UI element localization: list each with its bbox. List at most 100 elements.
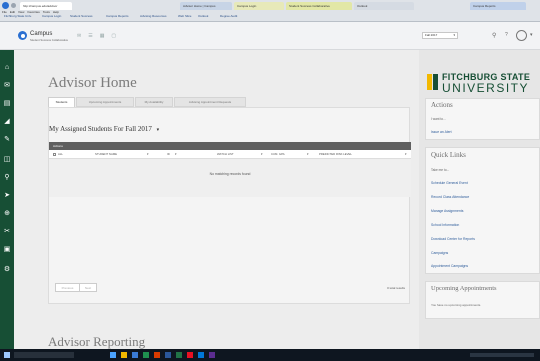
browser-tab[interactable]: Outlook (354, 2, 414, 10)
col-predicted-risk[interactable]: PREDICTED RISK LEVEL (319, 150, 352, 159)
app-icon[interactable] (209, 352, 215, 358)
megaphone-icon[interactable]: ➤ (3, 192, 11, 200)
menu-icon[interactable]: ☰ (88, 33, 92, 39)
home-icon[interactable]: ⌂ (3, 64, 11, 72)
col-cum-gpa[interactable]: CUM. GPA (271, 150, 285, 159)
quick-link[interactable]: Campaigns (431, 251, 448, 255)
quick-link[interactable]: Download Center for Reports (431, 237, 475, 241)
bookmark[interactable]: Degree Audit (220, 14, 237, 18)
help-icon[interactable]: ? (505, 32, 508, 38)
pagination: Previous Next (55, 283, 97, 292)
actions-bar[interactable]: Actions (49, 142, 411, 150)
mail-icon[interactable]: ✉ (3, 82, 11, 90)
app-icon[interactable] (187, 352, 193, 358)
user-avatar[interactable] (516, 30, 527, 41)
app-icon[interactable] (154, 352, 160, 358)
browser-tab[interactable]: Campus Reports (470, 2, 526, 10)
chart-icon[interactable]: ◢ (3, 118, 11, 126)
total-results: 0 total results (387, 286, 405, 290)
actions-prompt: I want to... (431, 117, 446, 121)
tab-upcoming-appointments[interactable]: Upcoming Appointments (76, 97, 134, 107)
quick-link[interactable]: Manage Assignments (431, 209, 463, 213)
previous-button[interactable]: Previous (55, 283, 80, 292)
chevron-down-icon[interactable]: ▾ (157, 128, 160, 133)
back-icon[interactable] (2, 2, 9, 9)
quick-link[interactable]: Record Class Attendance (431, 195, 469, 199)
main-content: Advisor Home Students Upcoming Appointme… (14, 50, 419, 349)
actions-card: Actions I want to... Issue an Alert (425, 98, 540, 140)
right-panel: FITCHBURG STATE UNIVERSITY Actions I wan… (419, 50, 540, 349)
brand-line-2: UNIVERSITY (442, 81, 530, 95)
taskbar-apps (110, 352, 215, 358)
app-icon[interactable] (121, 352, 127, 358)
pin-icon[interactable]: ✎ (3, 136, 11, 144)
quick-link[interactable]: Schedule General Event (431, 181, 468, 185)
browser-tab[interactable]: Student Success Collaborative (286, 2, 352, 10)
document-icon[interactable]: ▣ (3, 246, 11, 254)
tab-my-availability[interactable]: My Availability (135, 97, 173, 107)
sort-icon[interactable]: ▾ (405, 150, 406, 159)
app-header: Campus Student Success Collaborative ✉ ☰… (0, 22, 540, 50)
browser-chrome: http://campus.edu/advisor Advisor Home |… (0, 0, 540, 22)
grid-icon[interactable]: ▦ (100, 33, 105, 39)
taskbar-search-box[interactable] (14, 352, 74, 358)
sort-icon[interactable]: ▾ (147, 150, 148, 159)
actions-title: Actions (431, 101, 453, 109)
chevron-down-icon: ▾ (453, 33, 455, 37)
university-logo (427, 74, 438, 90)
system-tray[interactable] (470, 353, 534, 357)
quick-link[interactable]: School Information (431, 223, 459, 227)
sort-icon[interactable]: ▾ (307, 150, 308, 159)
globe-icon[interactable]: ⊕ (3, 210, 11, 218)
tab-appointment-requests[interactable]: Advising Appointment Requests (174, 97, 246, 107)
bookmark[interactable]: Advising Resources (140, 14, 167, 18)
empty-row: No matching records found (49, 159, 411, 197)
col-id[interactable]: ID (167, 150, 170, 159)
app-icon[interactable] (176, 352, 182, 358)
gear-icon[interactable]: ⚙ (3, 266, 11, 274)
chevron-down-icon[interactable]: ▾ (530, 32, 533, 38)
bookmark[interactable]: Student Success (70, 14, 93, 18)
tools-icon[interactable]: ✂ (3, 228, 11, 236)
mail-icon[interactable]: ✉ (77, 33, 81, 39)
app-icon[interactable] (165, 352, 171, 358)
select-all-checkbox[interactable] (53, 153, 56, 156)
tab-students[interactable]: Students (48, 97, 75, 107)
table-header-row: ALL STUDENT NAME ID WATCH LIST CUM. GPA … (49, 150, 411, 159)
browser-tab[interactable]: http://campus.edu/advisor (20, 2, 72, 10)
bookmark[interactable]: Campus Reports (106, 14, 129, 18)
issue-alert-link[interactable]: Issue an Alert (431, 130, 452, 134)
app-icon[interactable] (110, 352, 116, 358)
search-icon[interactable]: ⚲ (492, 32, 496, 39)
reporting-title: Advisor Reporting (48, 334, 146, 349)
search-icon[interactable]: ⚲ (3, 174, 11, 182)
toolbar-icons: ✉ ☰ ▦ ▢ (77, 33, 116, 39)
folder-icon[interactable]: ◫ (3, 156, 11, 164)
bookmark[interactable]: Web Slice (178, 14, 191, 18)
forward-icon[interactable] (11, 3, 16, 8)
quick-link[interactable]: Appointment Campaigns (431, 264, 468, 268)
bookmark[interactable]: Campus Login (42, 14, 61, 18)
campus-logo-icon[interactable] (18, 31, 27, 40)
upcoming-title: Upcoming Appointments (431, 285, 497, 292)
section-title: My Assigned Students For Fall 2017 ▾ (49, 125, 159, 133)
calendar-icon[interactable]: ▢ (111, 33, 116, 39)
app-icon[interactable] (132, 352, 138, 358)
page-title: Advisor Home (48, 75, 137, 91)
sort-icon[interactable]: ▾ (261, 150, 262, 159)
col-student-name[interactable]: STUDENT NAME (95, 150, 117, 159)
term-select[interactable]: Fall 2017 ▾ (422, 32, 458, 39)
sidebar: ⌂ ✉ ▤ ◢ ✎ ◫ ⚲ ➤ ⊕ ✂ ▣ ⚙ (0, 50, 14, 349)
app-icon[interactable] (143, 352, 149, 358)
col-watch-list[interactable]: WATCH LIST (217, 150, 234, 159)
bookmark[interactable]: Fitchburg State Univ. (4, 14, 32, 18)
browser-tab[interactable]: Campus Login (234, 2, 284, 10)
sort-icon[interactable]: ▾ (175, 150, 176, 159)
app-icon[interactable] (198, 352, 204, 358)
bookmark[interactable]: Outlook (198, 14, 208, 18)
start-icon[interactable] (4, 352, 10, 358)
app-title: Campus (30, 31, 53, 37)
browser-tab[interactable]: Advisor Home | Campus (180, 2, 232, 10)
next-button[interactable]: Next (80, 283, 97, 292)
calendar-icon[interactable]: ▤ (3, 100, 11, 108)
